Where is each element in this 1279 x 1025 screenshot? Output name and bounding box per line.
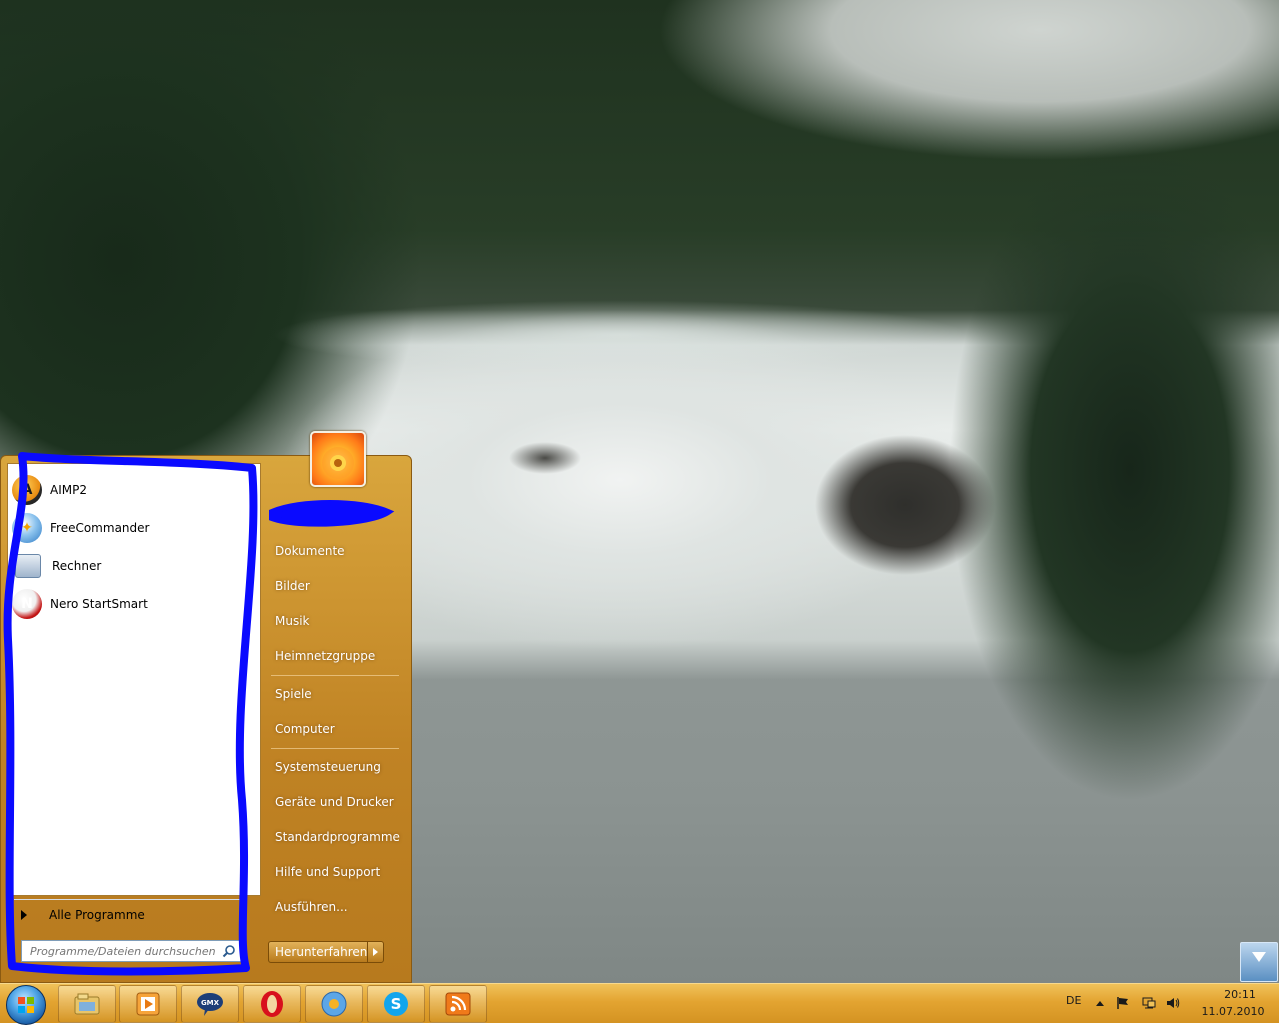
program-item-rechner[interactable]: Rechner [12, 549, 250, 583]
menu-item-label: Musik [275, 614, 310, 628]
triangle-right-icon [21, 910, 27, 920]
menu-item-heimnetzgruppe[interactable]: Heimnetzgruppe [269, 642, 403, 670]
shutdown-options-arrow-icon[interactable] [368, 942, 383, 962]
program-item-aimp2[interactable]: A AIMP2 [12, 473, 250, 507]
menu-item-label: Standardprogramme [275, 830, 400, 844]
svg-text:GMX: GMX [201, 999, 220, 1007]
user-picture-flower-icon[interactable] [310, 431, 366, 487]
taskbar-opera-button[interactable] [243, 985, 301, 1023]
down-arrow-icon [1252, 952, 1266, 962]
start-button[interactable] [6, 985, 46, 1025]
program-label: Nero StartSmart [50, 597, 148, 611]
menu-item-label: Computer [275, 722, 335, 736]
menu-item-label: Hilfe und Support [275, 865, 381, 879]
taskbar-media-player-button[interactable] [119, 985, 177, 1023]
language-indicator[interactable]: DE [1066, 994, 1081, 1007]
freecommander-icon: ✦ [12, 513, 42, 543]
menu-item-label: Heimnetzgruppe [275, 649, 376, 663]
divider [14, 899, 244, 900]
menu-item-label: Spiele [275, 687, 312, 701]
show-desktop-button[interactable] [1240, 942, 1278, 982]
program-item-freecommander[interactable]: ✦ FreeCommander [12, 511, 250, 545]
menu-item-label: Ausführen... [275, 900, 348, 914]
svg-text:S: S [391, 995, 402, 1013]
calculator-icon [15, 554, 41, 578]
programs-pane: A AIMP2 ✦ FreeCommander Rechner N Nero S… [7, 463, 261, 900]
all-programs-label: Alle Programme [49, 908, 145, 922]
explorer-icon [74, 993, 100, 1015]
search-box[interactable] [21, 940, 243, 962]
shutdown-label: Herunterfahren [269, 942, 369, 962]
program-item-nero-startsmart[interactable]: N Nero StartSmart [12, 587, 250, 621]
menu-item-label: Bilder [275, 579, 310, 593]
menu-item-computer[interactable]: Computer [269, 715, 403, 743]
windows-logo-icon [18, 997, 34, 1013]
program-label: FreeCommander [50, 521, 150, 535]
aimp-icon: A [12, 475, 42, 505]
menu-item-dokumente[interactable]: Dokumente [269, 537, 403, 565]
shutdown-button[interactable]: Herunterfahren [268, 941, 384, 963]
opera-icon [261, 991, 283, 1017]
system-tray: DE 20:11 11.07.2010 [1060, 984, 1279, 1024]
clock-date[interactable]: 11.07.2010 [1194, 1005, 1272, 1018]
taskbar-explorer-button[interactable] [58, 985, 116, 1023]
waterfall-spray [270, 300, 970, 370]
gmx-icon: GMX [197, 993, 223, 1016]
all-programs-button[interactable]: Alle Programme [9, 904, 249, 926]
taskbar-skype-button[interactable]: S [367, 985, 425, 1023]
menu-item-hilfe-und-support[interactable]: Hilfe und Support [269, 858, 403, 886]
skype-icon: S [384, 992, 408, 1016]
divider [271, 748, 399, 749]
menu-item-spiele[interactable]: Spiele [269, 680, 403, 708]
taskbar-gmx-button[interactable]: GMX [181, 985, 239, 1023]
menu-item-ausfuehren[interactable]: Ausführen... [269, 893, 403, 921]
menu-item-label: Systemsteuerung [275, 760, 381, 774]
search-input[interactable] [22, 941, 220, 961]
menu-item-label: Dokumente [275, 544, 345, 558]
freecommander-icon [321, 991, 347, 1017]
program-label: AIMP2 [50, 483, 87, 497]
taskbar-feed-reader-button[interactable] [429, 985, 487, 1023]
divider [271, 675, 399, 676]
flower-icon [322, 447, 354, 479]
taskbar: GMX S DE 20:11 11.07.2010 [0, 983, 1279, 1025]
menu-item-geraete-und-drucker[interactable]: Geräte und Drucker [269, 788, 403, 816]
program-label: Rechner [52, 559, 102, 573]
taskbar-freecommander-button[interactable] [305, 985, 363, 1023]
volume-icon[interactable] [1166, 996, 1180, 1010]
show-hidden-icons-icon[interactable] [1096, 1001, 1104, 1006]
menu-item-standardprogramme[interactable]: Standardprogramme [269, 823, 403, 851]
start-menu: A AIMP2 ✦ FreeCommander Rechner N Nero S… [0, 431, 412, 983]
search-icon[interactable] [222, 944, 236, 958]
menu-item-musik[interactable]: Musik [269, 607, 403, 635]
clock-time[interactable]: 20:11 [1210, 988, 1270, 1001]
menu-item-bilder[interactable]: Bilder [269, 572, 403, 600]
media-player-icon [136, 992, 160, 1016]
menu-item-systemsteuerung[interactable]: Systemsteuerung [269, 753, 403, 781]
nero-icon: N [12, 589, 42, 619]
feed-reader-icon [445, 992, 471, 1016]
network-icon[interactable] [1142, 996, 1156, 1010]
action-center-flag-icon[interactable] [1116, 996, 1130, 1010]
menu-item-label: Geräte und Drucker [275, 795, 394, 809]
